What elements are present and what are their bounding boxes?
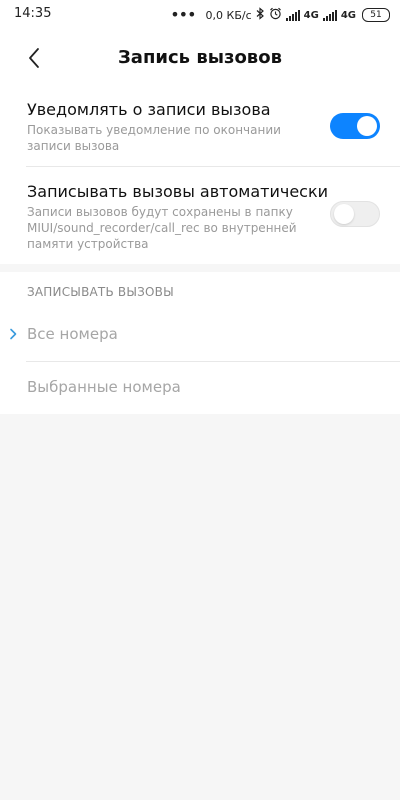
network-type-1: 4G (303, 9, 319, 21)
auto-record-setting[interactable]: Записывать вызовы автоматически Записи в… (0, 166, 400, 264)
alarm-icon (269, 7, 282, 23)
call-recording-screen: 14:35 ••• 0,0 КБ/с 4G 4G 51 Запись вызов… (0, 0, 400, 800)
record-section: ЗАПИСЫВАТЬ ВЫЗОВЫ (0, 264, 400, 308)
signal-icon (322, 9, 337, 21)
chevron-right-icon (10, 328, 17, 340)
signal-icon (285, 9, 300, 21)
setting-title: Уведомлять о записи вызова (27, 100, 271, 119)
setting-description: Показывать уведомление по окончании запи… (27, 123, 281, 153)
toggle-knob (334, 204, 354, 224)
option-label: Выбранные номера (27, 378, 181, 396)
network-speed: 0,0 КБ/с (205, 8, 252, 22)
option-selected-numbers[interactable]: Выбранные номера (0, 361, 400, 414)
status-time: 14:35 (14, 6, 52, 21)
battery-icon: 51 (362, 8, 390, 22)
auto-record-toggle[interactable] (330, 201, 380, 227)
header: Запись вызовов (0, 30, 400, 86)
bluetooth-icon (256, 7, 265, 23)
option-label: Все номера (27, 325, 118, 343)
notify-recording-setting[interactable]: Уведомлять о записи вызова Показывать ув… (0, 86, 400, 166)
record-options-list: Все номера Выбранные номера (0, 308, 400, 414)
notification-dots: ••• (170, 5, 196, 24)
section-header: ЗАПИСЫВАТЬ ВЫЗОВЫ (27, 285, 174, 299)
toggle-knob (357, 116, 377, 136)
network-type-2: 4G (340, 9, 356, 21)
setting-description: Записи вызовов будут сохранены в папку M… (27, 205, 297, 251)
status-bar: 14:35 ••• 0,0 КБ/с 4G 4G 51 (0, 0, 400, 30)
option-all-numbers[interactable]: Все номера (0, 308, 400, 361)
setting-title: Записывать вызовы автоматически (27, 182, 329, 201)
status-icons: ••• 0,0 КБ/с 4G 4G 51 (170, 5, 390, 25)
page-title: Запись вызовов (118, 47, 282, 68)
notify-recording-toggle[interactable] (330, 113, 380, 139)
settings-list: Уведомлять о записи вызова Показывать ув… (0, 86, 400, 264)
